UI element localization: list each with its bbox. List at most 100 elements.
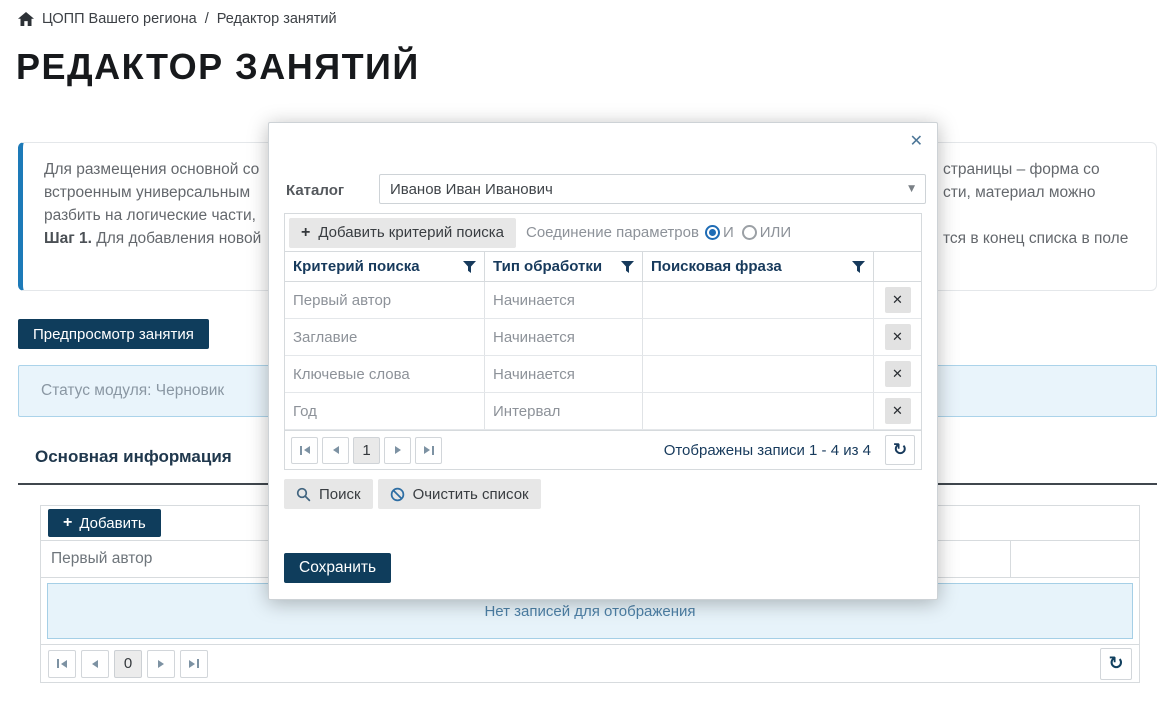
info-line-4-text: Для добавления новой bbox=[96, 230, 261, 247]
clear-list-label: Очистить список bbox=[413, 486, 529, 503]
search-icon bbox=[296, 487, 311, 502]
column-title: Поисковая фраза bbox=[651, 258, 782, 275]
type-cell: Начинается bbox=[485, 356, 643, 392]
catalog-select-value: Иванов Иван Иванович bbox=[390, 181, 553, 198]
criterion-cell: Первый автор bbox=[285, 282, 485, 318]
delete-row-button[interactable]: ✕ bbox=[885, 324, 911, 350]
actions-cell: ✕ bbox=[874, 319, 921, 355]
column-header-type: Тип обработки bbox=[485, 252, 643, 281]
info-line-2-right: сти, материал можно bbox=[943, 181, 1096, 204]
column-title: Тип обработки bbox=[493, 258, 602, 275]
radio-and-label: И bbox=[723, 224, 734, 241]
close-icon: ✕ bbox=[892, 404, 903, 419]
refresh-icon: ↻ bbox=[1108, 655, 1123, 673]
criteria-grid-header: Критерий поиска Тип обработки Поисковая … bbox=[285, 252, 921, 282]
catalog-label: Каталог bbox=[286, 182, 344, 199]
prev-page-button[interactable] bbox=[322, 437, 349, 464]
delete-row-button[interactable]: ✕ bbox=[885, 398, 911, 424]
column-header-actions bbox=[874, 252, 921, 281]
search-button[interactable]: Поиск bbox=[284, 479, 373, 509]
step-label: Шаг 1. bbox=[44, 230, 92, 247]
current-page-button[interactable]: 1 bbox=[353, 437, 380, 464]
close-dialog-button[interactable]: ✕ bbox=[910, 131, 923, 150]
breadcrumb: ЦОПП Вашего региона / Редактор занятий bbox=[18, 11, 337, 27]
authors-table-pager: 0 ↻ bbox=[41, 644, 1139, 682]
radio-or-label: ИЛИ bbox=[760, 224, 791, 241]
preview-lesson-button[interactable]: Предпросмотр занятия bbox=[18, 319, 209, 349]
type-cell: Интервал bbox=[485, 393, 643, 429]
phrase-cell[interactable] bbox=[643, 282, 874, 318]
radio-and[interactable]: И bbox=[705, 224, 734, 241]
first-page-button[interactable] bbox=[48, 650, 76, 678]
radio-and-circle bbox=[705, 225, 720, 240]
breadcrumb-separator: / bbox=[205, 11, 209, 27]
info-line-1-right: страницы – форма со bbox=[943, 158, 1100, 181]
criteria-toolbar: + Добавить критерий поиска Соединение па… bbox=[285, 214, 921, 252]
criterion-cell: Год bbox=[285, 393, 485, 429]
dialog-actions: Поиск Очистить список bbox=[284, 479, 541, 509]
last-page-button[interactable] bbox=[180, 650, 208, 678]
search-criteria-widget: + Добавить критерий поиска Соединение па… bbox=[284, 213, 922, 470]
phrase-cell[interactable] bbox=[643, 393, 874, 429]
close-icon: ✕ bbox=[892, 293, 903, 308]
add-author-button[interactable]: + Добавить bbox=[48, 509, 161, 537]
criteria-row: Год Интервал ✕ bbox=[285, 393, 921, 430]
ban-icon bbox=[390, 487, 405, 502]
criteria-row: Ключевые слова Начинается ✕ bbox=[285, 356, 921, 393]
type-cell: Начинается bbox=[485, 282, 643, 318]
close-icon: ✕ bbox=[910, 131, 923, 150]
column-title: Критерий поиска bbox=[293, 258, 420, 275]
search-dialog: ✕ Каталог Иванов Иван Иванович ▼ + Добав… bbox=[268, 122, 938, 600]
pager-info-text: Отображены записи 1 - 4 из 4 bbox=[664, 442, 871, 459]
phrase-cell[interactable] bbox=[643, 319, 874, 355]
authors-header-empty-cell bbox=[1011, 541, 1139, 577]
criterion-cell: Заглавие bbox=[285, 319, 485, 355]
refresh-icon: ↻ bbox=[893, 442, 907, 459]
first-page-button[interactable] bbox=[291, 437, 318, 464]
column-header-phrase: Поисковая фраза bbox=[643, 252, 874, 281]
filter-icon[interactable] bbox=[852, 261, 865, 273]
add-criterion-button[interactable]: + Добавить критерий поиска bbox=[289, 218, 516, 248]
phrase-cell[interactable] bbox=[643, 356, 874, 392]
filter-icon[interactable] bbox=[621, 261, 634, 273]
home-icon[interactable] bbox=[18, 12, 34, 26]
lesson-editor-page: ЦОПП Вашего региона / Редактор занятий Р… bbox=[0, 0, 1175, 705]
next-page-button[interactable] bbox=[147, 650, 175, 678]
last-page-button[interactable] bbox=[415, 437, 442, 464]
module-status-text: Статус модуля: Черновик bbox=[41, 382, 224, 400]
actions-cell: ✕ bbox=[874, 282, 921, 318]
breadcrumb-link-home[interactable]: ЦОПП Вашего региона bbox=[42, 11, 197, 27]
clear-list-button[interactable]: Очистить список bbox=[378, 479, 541, 509]
criteria-row: Заглавие Начинается ✕ bbox=[285, 319, 921, 356]
radio-or-circle bbox=[742, 225, 757, 240]
column-header-criterion: Критерий поиска bbox=[285, 252, 485, 281]
close-icon: ✕ bbox=[892, 330, 903, 345]
search-button-label: Поиск bbox=[319, 486, 361, 503]
criterion-cell: Ключевые слова bbox=[285, 356, 485, 392]
delete-row-button[interactable]: ✕ bbox=[885, 287, 911, 313]
plus-icon: + bbox=[63, 515, 72, 531]
criteria-grid-pager: 1 Отображены записи 1 - 4 из 4 ↻ bbox=[285, 430, 921, 469]
catalog-select[interactable]: Иванов Иван Иванович ▼ bbox=[379, 174, 926, 204]
chevron-down-icon: ▼ bbox=[908, 184, 915, 194]
delete-row-button[interactable]: ✕ bbox=[885, 361, 911, 387]
type-cell: Начинается bbox=[485, 319, 643, 355]
info-line-4-right: тся в конец списка в поле bbox=[943, 227, 1128, 250]
save-button[interactable]: Сохранить bbox=[284, 553, 391, 583]
page-title: РЕДАКТОР ЗАНЯТИЙ bbox=[16, 46, 420, 88]
current-page-button[interactable]: 0 bbox=[114, 650, 142, 678]
breadcrumb-current: Редактор занятий bbox=[217, 11, 337, 27]
filter-icon[interactable] bbox=[463, 261, 476, 273]
connection-radio-group: И ИЛИ bbox=[705, 224, 791, 241]
prev-page-button[interactable] bbox=[81, 650, 109, 678]
connection-params-label: Соединение параметров bbox=[526, 224, 699, 241]
actions-cell: ✕ bbox=[874, 393, 921, 429]
actions-cell: ✕ bbox=[874, 356, 921, 392]
refresh-button[interactable]: ↻ bbox=[1100, 648, 1132, 680]
refresh-button[interactable]: ↻ bbox=[885, 435, 915, 465]
plus-icon: + bbox=[301, 225, 310, 241]
close-icon: ✕ bbox=[892, 367, 903, 382]
add-author-label: Добавить bbox=[79, 515, 145, 532]
next-page-button[interactable] bbox=[384, 437, 411, 464]
radio-or[interactable]: ИЛИ bbox=[742, 224, 791, 241]
